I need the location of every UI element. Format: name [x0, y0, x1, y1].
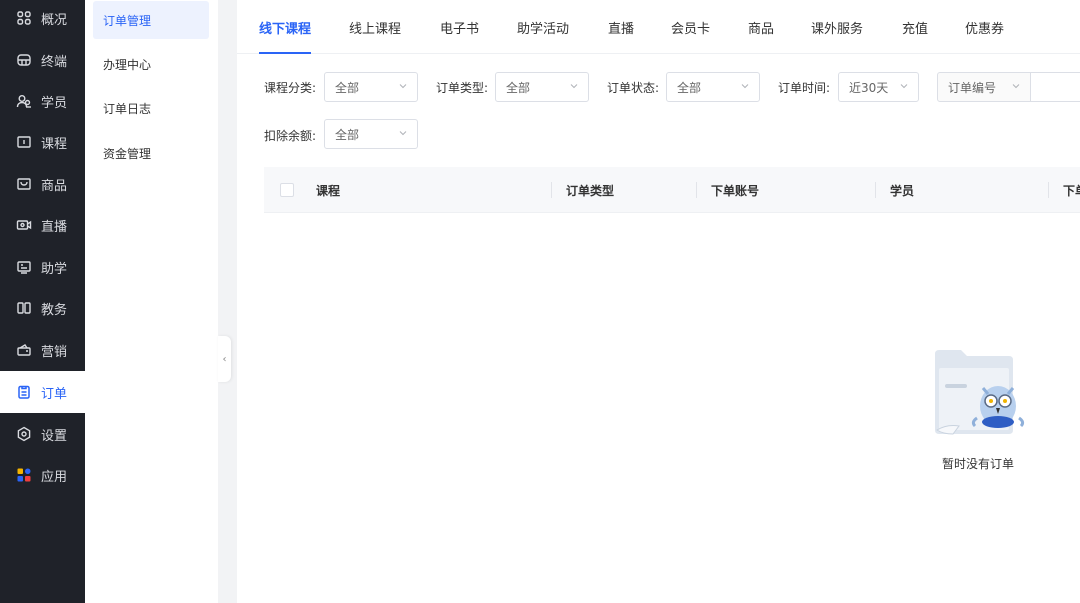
sub-menu: 订单管理 办理中心 订单日志 资金管理	[85, 0, 218, 603]
tab-assist-activities[interactable]: 助学活动	[517, 0, 569, 54]
submenu-order-management[interactable]: 订单管理	[93, 1, 209, 39]
nav-item-courses[interactable]: 课程	[0, 121, 85, 163]
nav-label: 商品	[41, 178, 68, 194]
terminal-icon	[15, 51, 33, 69]
empty-folder-owl-illustration	[935, 350, 1025, 435]
collapse-sidebar-button[interactable]: ‹	[218, 336, 231, 382]
nav-label: 课程	[41, 136, 68, 152]
tab-extracurricular[interactable]: 课外服务	[811, 0, 863, 54]
bag-icon	[15, 175, 33, 193]
category-filter-label: 课程分类:	[264, 81, 317, 95]
nav-item-marketing[interactable]: 营销	[0, 329, 85, 371]
columns-icon	[15, 299, 33, 317]
nav-item-assist[interactable]: 助学	[0, 246, 85, 288]
nav-label: 营销	[41, 344, 68, 360]
nav-label: 教务	[41, 302, 68, 318]
category-select-value: 全部	[335, 80, 360, 95]
nav-label: 终端	[41, 54, 68, 70]
nav-item-live[interactable]: 直播	[0, 204, 85, 246]
gutter	[218, 0, 237, 603]
column-header-course[interactable]: 课程	[316, 167, 340, 213]
order-time-select[interactable]: 近30天	[838, 72, 919, 102]
course-icon	[15, 133, 33, 151]
nav-item-academic[interactable]: 教务	[0, 287, 85, 329]
nav-item-overview[interactable]: 概况	[0, 0, 85, 39]
chevron-down-icon	[1012, 84, 1020, 89]
order-time-select-value: 近30天	[849, 80, 889, 95]
chevron-down-icon	[399, 131, 407, 136]
tab-coupons[interactable]: 优惠券	[965, 0, 1004, 54]
nav-label: 订单	[41, 386, 68, 402]
order-type-filter-label: 订单类型:	[436, 81, 489, 95]
video-icon	[15, 216, 33, 234]
apps-icon	[15, 466, 33, 484]
order-type-select[interactable]: 全部	[495, 72, 589, 102]
order-time-filter-label: 订单时间:	[778, 81, 831, 95]
order-type-select-value: 全部	[506, 80, 531, 95]
clipboard-icon	[15, 383, 33, 401]
tab-ebooks[interactable]: 电子书	[440, 0, 479, 54]
tab-products[interactable]: 商品	[748, 0, 774, 54]
deduct-balance-filter-label: 扣除余额:	[264, 129, 317, 143]
chevron-left-icon: ‹	[222, 353, 227, 365]
main-nav: 概况 终端 学员 课程 商品 直播 助学 教务 营销 订单 设置 应用	[0, 0, 85, 603]
order-field-select-value: 订单编号	[948, 80, 997, 95]
column-header-account[interactable]: 下单账号	[711, 167, 759, 213]
orders-table-header: 课程 订单类型 下单账号 学员 下单	[264, 167, 1080, 213]
column-header-order-time[interactable]: 下单	[1063, 167, 1080, 213]
nav-item-students[interactable]: 学员	[0, 80, 85, 122]
column-header-student[interactable]: 学员	[890, 167, 914, 213]
nav-label: 助学	[41, 261, 68, 277]
main-content: 线下课程 线上课程 电子书 助学活动 直播 会员卡 商品 课外服务 充值 优惠券…	[237, 0, 1080, 603]
order-field-select[interactable]: 订单编号	[937, 72, 1031, 102]
tab-recharge[interactable]: 充值	[902, 0, 928, 54]
submenu-fund-management[interactable]: 资金管理	[93, 134, 209, 172]
order-status-select-value: 全部	[677, 80, 702, 95]
nav-item-settings[interactable]: 设置	[0, 413, 85, 455]
chevron-down-icon	[900, 84, 908, 89]
marketing-icon	[15, 341, 33, 359]
tab-live[interactable]: 直播	[608, 0, 634, 54]
tab-membership-card[interactable]: 会员卡	[671, 0, 710, 54]
chevron-down-icon	[741, 84, 749, 89]
chevron-down-icon	[570, 84, 578, 89]
nav-item-apps[interactable]: 应用	[0, 454, 85, 496]
nav-item-orders[interactable]: 订单	[0, 371, 85, 413]
gear-icon	[15, 425, 33, 443]
order-status-select[interactable]: 全部	[666, 72, 760, 102]
nav-item-products[interactable]: 商品	[0, 163, 85, 205]
assist-icon	[15, 258, 33, 276]
deduct-balance-select-value: 全部	[335, 127, 360, 142]
chevron-down-icon	[399, 84, 407, 89]
nav-label: 学员	[41, 95, 68, 111]
order-tabs: 线下课程 线上课程 电子书 助学活动 直播 会员卡 商品 课外服务 充值 优惠券	[237, 0, 1080, 54]
nav-label: 直播	[41, 219, 68, 235]
order-search-input[interactable]	[1031, 72, 1080, 102]
nav-item-terminal[interactable]: 终端	[0, 39, 85, 81]
deduct-balance-select[interactable]: 全部	[324, 119, 418, 149]
grid-icon	[15, 9, 33, 27]
submenu-order-log[interactable]: 订单日志	[93, 89, 209, 127]
select-all-checkbox[interactable]	[280, 183, 294, 197]
column-header-order-type[interactable]: 订单类型	[566, 167, 614, 213]
nav-label: 应用	[41, 469, 68, 485]
users-icon	[15, 92, 33, 110]
submenu-processing-center[interactable]: 办理中心	[93, 45, 209, 83]
tab-online-courses[interactable]: 线上课程	[349, 0, 401, 54]
category-select[interactable]: 全部	[324, 72, 418, 102]
empty-state-text: 暂时没有订单	[941, 457, 1014, 471]
order-status-filter-label: 订单状态:	[607, 81, 660, 95]
nav-label: 概况	[41, 12, 68, 28]
nav-label: 设置	[41, 428, 68, 444]
tab-offline-courses[interactable]: 线下课程	[259, 0, 312, 54]
